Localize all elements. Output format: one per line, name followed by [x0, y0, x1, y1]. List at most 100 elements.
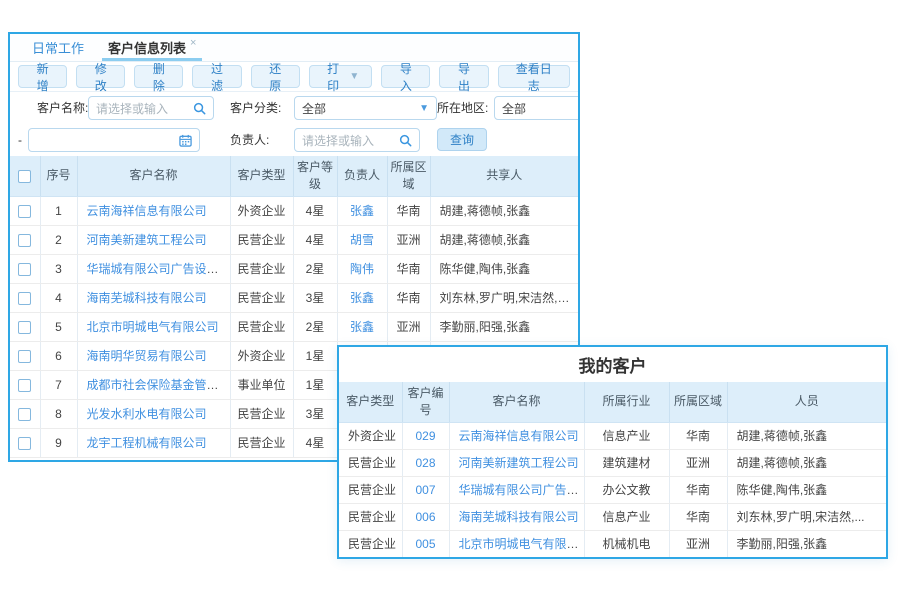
customer-name-input[interactable]: 请选择或输入 — [88, 96, 214, 120]
customer-name-link[interactable]: 海南明华贸易有限公司 — [87, 349, 207, 363]
customer-type-cell: 民营企业 — [230, 283, 293, 312]
tab-daily-work[interactable]: 日常工作 — [20, 34, 96, 61]
customer-name-link[interactable]: 华瑞城有限公司广告设计部 — [87, 262, 231, 276]
customer-code-link[interactable]: 005 — [415, 537, 435, 551]
row-checkbox[interactable] — [18, 205, 31, 218]
customer-table-header: 序号客户名称客户类型客户等级负责人所属区域共享人 — [10, 156, 578, 196]
owner-link[interactable]: 张鑫 — [350, 204, 374, 218]
column-header: 客户编号 — [402, 382, 449, 422]
owner-link[interactable]: 张鑫 — [350, 291, 374, 305]
customer-name-cell: 光发水利水电有限公司 — [77, 399, 230, 428]
owner-cell: 陶伟 — [337, 254, 387, 283]
customer-name-link[interactable]: 光发水利水电有限公司 — [87, 407, 207, 421]
select-all-checkbox[interactable] — [18, 170, 31, 183]
customer-name-cell: 北京市明城电气有限公司 — [449, 530, 584, 557]
owner-input[interactable]: 请选择或输入 — [294, 128, 420, 152]
customer-name-link[interactable]: 河南美新建筑工程公司 — [87, 233, 207, 247]
page-title: 我的客户 — [339, 347, 886, 382]
column-header: 客户类型 — [339, 382, 402, 422]
search-icon — [399, 134, 412, 147]
customer-type-cell: 民营企业 — [339, 530, 402, 557]
customer-category-select[interactable]: 全部 ▼ — [294, 96, 437, 120]
serial-cell: 9 — [40, 428, 77, 457]
row-checkbox[interactable] — [18, 234, 31, 247]
row-checkbox[interactable] — [18, 437, 31, 450]
search-button[interactable]: 查询 — [437, 128, 487, 151]
print-button[interactable]: 打印▼ — [309, 65, 373, 88]
region-cell: 亚洲 — [669, 449, 727, 476]
customer-grade-cell: 3星 — [293, 283, 337, 312]
customer-code-link[interactable]: 028 — [415, 456, 435, 470]
row-checkbox[interactable] — [18, 350, 31, 363]
restore-button[interactable]: 还原 — [251, 65, 300, 88]
customer-name-cell: 北京市明城电气有限公司 — [77, 312, 230, 341]
row-checkbox[interactable] — [18, 408, 31, 421]
column-header: 序号 — [40, 156, 77, 196]
close-icon[interactable]: × — [190, 37, 196, 49]
owner-link[interactable]: 陶伟 — [350, 262, 374, 276]
customer-name-link[interactable]: 海南芜城科技有限公司 — [87, 291, 207, 305]
region-cell: 华南 — [387, 196, 430, 225]
view-log-button[interactable]: 查看日志 — [498, 65, 570, 88]
column-header: 所属行业 — [584, 382, 669, 422]
table-row: 民营企业006海南芜城科技有限公司信息产业华南刘东林,罗广明,宋洁然,... — [339, 503, 886, 530]
customer-name-link[interactable]: 北京市明城电气有限公司 — [459, 537, 585, 551]
table-row: 民营企业005北京市明城电气有限公司机械机电亚洲李勤丽,阳强,张鑫 — [339, 530, 886, 557]
date-input[interactable] — [28, 128, 200, 152]
customer-name-link[interactable]: 云南海祥信息有限公司 — [87, 204, 207, 218]
customer-type-cell: 民营企业 — [230, 399, 293, 428]
customer-type-cell: 民营企业 — [339, 449, 402, 476]
my-customers-table-body: 外资企业029云南海祥信息有限公司信息产业华南胡建,蒋德帧,张鑫民营企业028河… — [339, 422, 886, 557]
share-cell: 胡建,蒋德帧,张鑫 — [430, 225, 578, 254]
industry-cell: 信息产业 — [584, 503, 669, 530]
owner-link[interactable]: 胡雪 — [350, 233, 374, 247]
column-header: 客户等级 — [293, 156, 337, 196]
column-header: 人员 — [727, 382, 886, 422]
customer-name-link[interactable]: 成都市社会保险基金管理... — [87, 378, 229, 392]
customer-name-cell: 华瑞城有限公司广告设计部 — [77, 254, 230, 283]
customer-name-cell: 河南美新建筑工程公司 — [449, 449, 584, 476]
owner-link[interactable]: 张鑫 — [350, 320, 374, 334]
customer-name-link[interactable]: 河南美新建筑工程公司 — [459, 456, 579, 470]
customer-type-cell: 民营企业 — [230, 225, 293, 254]
filter-row-1: 客户名称: 请选择或输入 客户分类: 全部 ▼ 所在地区: 全部 — [10, 92, 578, 124]
share-cell: 胡建,蒋德帧,张鑫 — [430, 196, 578, 225]
filter-button[interactable]: 过滤 — [192, 65, 241, 88]
calendar-icon[interactable] — [179, 134, 192, 147]
header-row: 客户类型客户编号客户名称所属行业所属区域人员 — [339, 382, 886, 422]
customer-name-link[interactable]: 华瑞城有限公司广告设计部 — [459, 483, 585, 497]
customer-category-label: 客户分类: — [230, 92, 281, 124]
customer-code-link[interactable]: 029 — [415, 429, 435, 443]
row-checkbox[interactable] — [18, 379, 31, 392]
table-row: 1云南海祥信息有限公司外资企业4星张鑫华南胡建,蒋德帧,张鑫 — [10, 196, 578, 225]
customer-code-link[interactable]: 007 — [415, 483, 435, 497]
region-select[interactable]: 全部 — [494, 96, 580, 120]
customer-grade-cell: 1星 — [293, 370, 337, 399]
customer-grade-cell: 2星 — [293, 312, 337, 341]
delete-button[interactable]: 删除 — [134, 65, 183, 88]
table-row: 5北京市明城电气有限公司民营企业2星张鑫亚洲李勤丽,阳强,张鑫 — [10, 312, 578, 341]
customer-name-link[interactable]: 龙宇工程机械有限公司 — [87, 436, 207, 450]
industry-cell: 建筑建材 — [584, 449, 669, 476]
industry-cell: 机械机电 — [584, 530, 669, 557]
owner-cell: 张鑫 — [337, 283, 387, 312]
row-checkbox-cell — [10, 254, 40, 283]
region-cell: 亚洲 — [387, 225, 430, 254]
edit-button[interactable]: 修改 — [76, 65, 125, 88]
import-button[interactable]: 导入 — [381, 65, 430, 88]
customer-name-link[interactable]: 海南芜城科技有限公司 — [459, 510, 579, 524]
row-checkbox[interactable] — [18, 321, 31, 334]
column-header: 负责人 — [337, 156, 387, 196]
add-button[interactable]: 新增 — [18, 65, 67, 88]
export-button[interactable]: 导出 — [439, 65, 488, 88]
customer-name-link[interactable]: 北京市明城电气有限公司 — [87, 320, 219, 334]
row-checkbox[interactable] — [18, 263, 31, 276]
customer-type-cell: 民营企业 — [230, 254, 293, 283]
customer-code-cell: 029 — [402, 422, 449, 449]
customer-name-link[interactable]: 云南海祥信息有限公司 — [459, 429, 579, 443]
row-checkbox-cell — [10, 428, 40, 457]
customer-code-link[interactable]: 006 — [415, 510, 435, 524]
row-checkbox[interactable] — [18, 292, 31, 305]
tab-customer-info-list[interactable]: 客户信息列表× — [96, 34, 208, 61]
owner-cell: 张鑫 — [337, 196, 387, 225]
